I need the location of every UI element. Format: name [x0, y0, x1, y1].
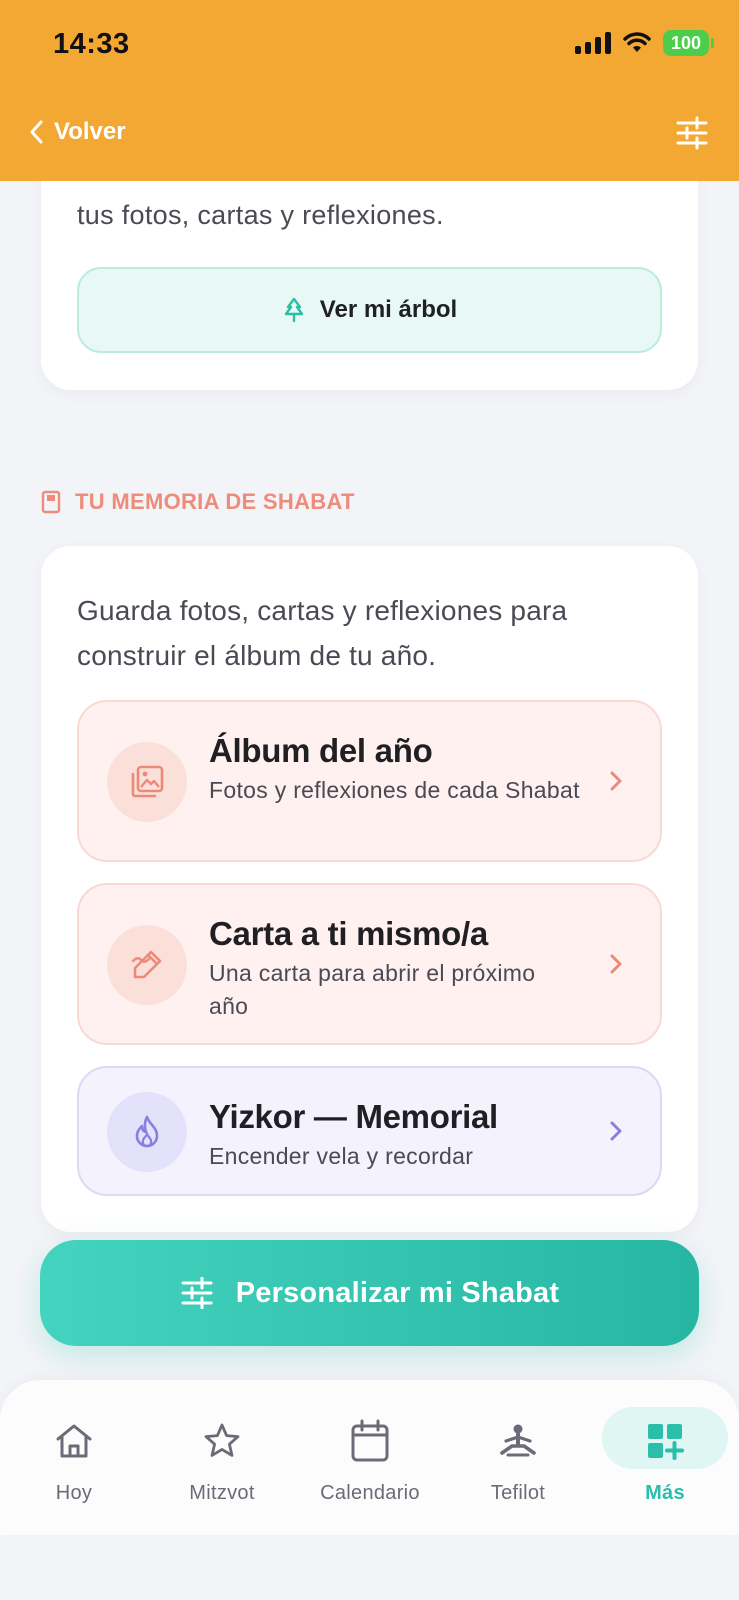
chevron-right-icon	[610, 954, 622, 974]
item-subtitle: Encender vela y recordar	[209, 1143, 474, 1169]
memory-card: Guarda fotos, cartas y reflexiones para …	[41, 546, 698, 1232]
nav-item-hoy[interactable]: Hoy	[0, 1380, 148, 1535]
status-icons: 100	[575, 30, 714, 56]
book-icon	[41, 490, 61, 514]
battery-indicator: 100	[663, 30, 714, 56]
chevron-right-icon	[610, 771, 622, 791]
album-item[interactable]: Álbum del año Fotos y reflexiones de cad…	[77, 700, 662, 862]
letter-item[interactable]: Carta a ti mismo/a Una carta para abrir …	[77, 883, 662, 1045]
cta-label: Personalizar mi Shabat	[235, 1276, 560, 1309]
nav-item-mas[interactable]: Más	[591, 1380, 739, 1535]
pen-write-icon	[131, 950, 162, 979]
signal-icon	[575, 32, 611, 54]
item-icon-bg	[107, 1092, 187, 1172]
home-icon	[56, 1424, 92, 1458]
item-subtitle: Una carta para abrir el próximo año	[209, 960, 536, 1019]
nav-item-mitzvot[interactable]: Mitzvot	[148, 1380, 296, 1535]
prayer-icon	[500, 1424, 536, 1457]
personalize-shabbat-button[interactable]: Personalizar mi Shabat	[40, 1240, 699, 1346]
nav-label: Mitzvot	[189, 1482, 255, 1504]
grid-plus-icon	[648, 1424, 684, 1460]
family-tree-card: tus fotos, cartas y reflexiones. Ver mi …	[41, 150, 698, 390]
yizkor-item[interactable]: Yizkor — Memorial Encender vela y record…	[77, 1066, 662, 1196]
flame-icon	[135, 1115, 159, 1148]
section-label-text: TU MEMORIA DE SHABAT	[75, 489, 355, 514]
nav-item-tefilot[interactable]: Tefilot	[444, 1380, 592, 1535]
view-tree-label: Ver mi árbol	[319, 296, 458, 323]
memory-intro: Guarda fotos, cartas y reflexiones para …	[77, 595, 568, 671]
photo-album-icon	[131, 765, 164, 798]
item-title: Carta a ti mismo/a	[209, 915, 488, 952]
item-subtitle: Fotos y reflexiones de cada Shabat	[209, 777, 580, 803]
top-header: 14:33 100 Volver	[0, 0, 739, 181]
nav-item-calendario[interactable]: Calendario	[296, 1380, 444, 1535]
sliders-icon[interactable]	[675, 116, 709, 150]
bottom-nav: Hoy Mitzvot Calendario Tefilot Más	[0, 1380, 739, 1535]
status-time: 14:33	[53, 28, 130, 60]
tree-card-text: tus fotos, cartas y reflexiones.	[77, 200, 444, 230]
view-tree-button[interactable]: Ver mi árbol	[77, 267, 662, 353]
star-icon	[204, 1423, 240, 1457]
chevron-left-icon	[30, 120, 43, 144]
back-label: Volver	[54, 118, 126, 145]
nav-label: Calendario	[320, 1482, 420, 1504]
nav-label: Hoy	[55, 1482, 93, 1504]
wifi-icon	[623, 32, 651, 52]
sliders-icon	[181, 1277, 213, 1309]
back-button[interactable]: Volver	[28, 118, 126, 146]
item-title: Yizkor — Memorial	[209, 1098, 498, 1135]
item-icon-bg	[107, 925, 187, 1005]
nav-label: Tefilot	[490, 1482, 546, 1504]
calendar-icon	[351, 1419, 389, 1462]
item-icon-bg	[107, 742, 187, 822]
section-label-memory: TU MEMORIA DE SHABAT	[41, 489, 355, 515]
chevron-right-icon	[610, 1121, 622, 1141]
item-title: Álbum del año	[209, 732, 433, 769]
nav-label: Más	[645, 1482, 685, 1504]
tree-icon	[284, 297, 303, 323]
